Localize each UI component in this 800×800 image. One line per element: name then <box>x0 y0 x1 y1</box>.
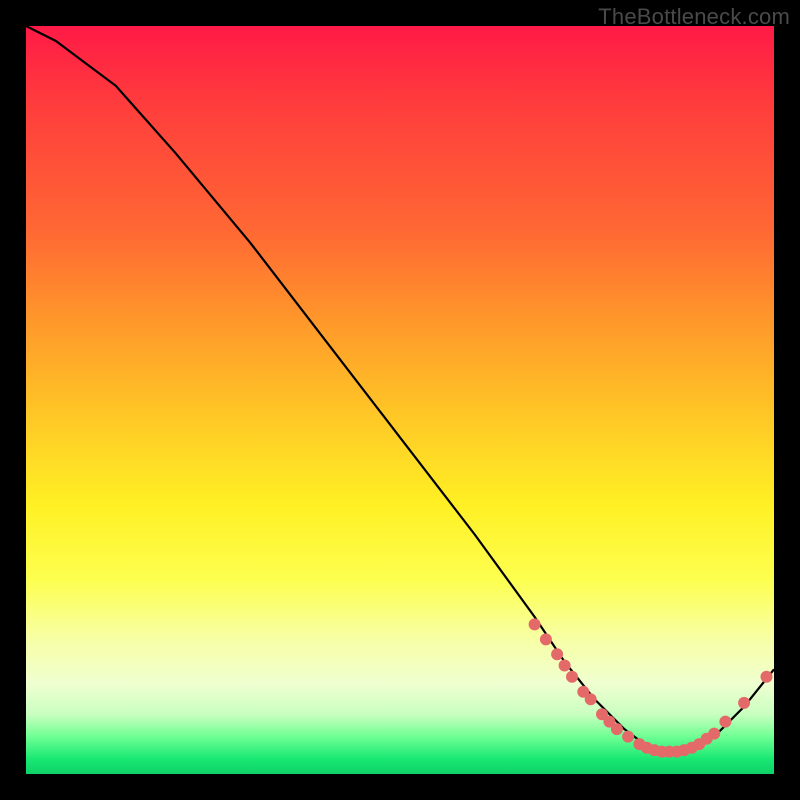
data-marker <box>622 731 634 743</box>
data-marker <box>761 671 773 683</box>
data-marker <box>611 723 623 735</box>
watermark-text: TheBottleneck.com <box>598 4 790 30</box>
data-marker <box>738 697 750 709</box>
data-marker <box>719 716 731 728</box>
data-marker <box>529 618 541 630</box>
data-marker <box>585 693 597 705</box>
chart-stage: TheBottleneck.com <box>0 0 800 800</box>
bottleneck-curve <box>26 26 774 752</box>
chart-svg <box>26 26 774 774</box>
data-marker <box>551 648 563 660</box>
data-marker <box>540 633 552 645</box>
marker-layer <box>529 618 773 757</box>
plot-area <box>26 26 774 774</box>
data-marker <box>559 660 571 672</box>
data-marker <box>708 728 720 740</box>
data-marker <box>566 671 578 683</box>
